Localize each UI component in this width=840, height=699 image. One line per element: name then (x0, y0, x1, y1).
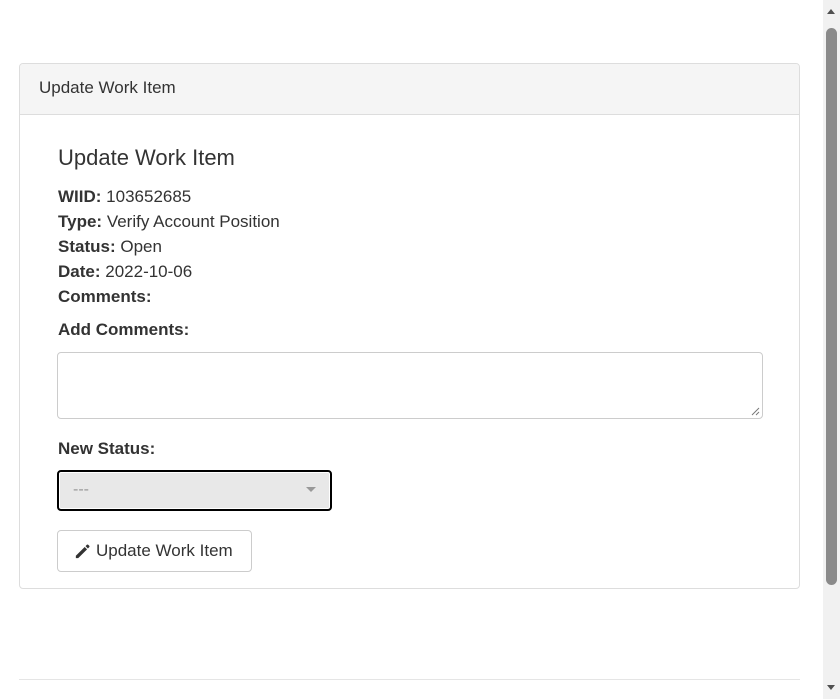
new-status-selected-value: --- (73, 481, 89, 498)
info-row-type: Type: Verify Account Position (58, 209, 280, 234)
add-comments-textarea[interactable] (57, 352, 763, 419)
form-title: Update Work Item (58, 145, 235, 170)
info-row-wiid: WIID: 103652685 (58, 184, 280, 209)
scroll-up-arrow-icon[interactable] (827, 9, 835, 14)
scroll-down-arrow-icon[interactable] (827, 685, 835, 690)
info-label: Status: (58, 237, 116, 256)
info-row-date: Date: 2022-10-06 (58, 259, 280, 284)
update-work-item-button-label: Update Work Item (96, 541, 233, 560)
panel-heading: Update Work Item (20, 64, 799, 115)
update-work-item-panel: Update Work Item Update Work Item WIID: … (19, 63, 800, 589)
pencil-icon (75, 543, 90, 558)
new-status-select[interactable]: --- (57, 470, 332, 511)
info-label: WIID: (58, 187, 102, 206)
update-work-item-button[interactable]: Update Work Item (57, 530, 252, 572)
info-value: 103652685 (106, 187, 192, 206)
add-comments-label: Add Comments: (58, 320, 190, 339)
footer-divider (19, 679, 800, 680)
chevron-down-icon (306, 487, 316, 492)
scrollbar-thumb[interactable] (826, 28, 837, 585)
info-row-comments: Comments: (58, 284, 280, 309)
page: Update Work Item Update Work Item WIID: … (0, 0, 840, 699)
panel-heading-title: Update Work Item (39, 78, 176, 97)
info-value: Open (120, 237, 162, 256)
vertical-scrollbar[interactable] (823, 0, 840, 699)
work-item-info: WIID: 103652685 Type: Verify Account Pos… (58, 184, 280, 309)
info-value: 2022-10-06 (105, 262, 193, 281)
new-status-label: New Status: (58, 439, 156, 458)
info-label: Type: (58, 212, 103, 231)
info-row-status: Status: Open (58, 234, 280, 259)
info-label: Comments: (58, 287, 152, 306)
info-value: Verify Account Position (106, 212, 280, 231)
resize-grip-icon[interactable] (750, 406, 760, 416)
info-label: Date: (58, 262, 101, 281)
